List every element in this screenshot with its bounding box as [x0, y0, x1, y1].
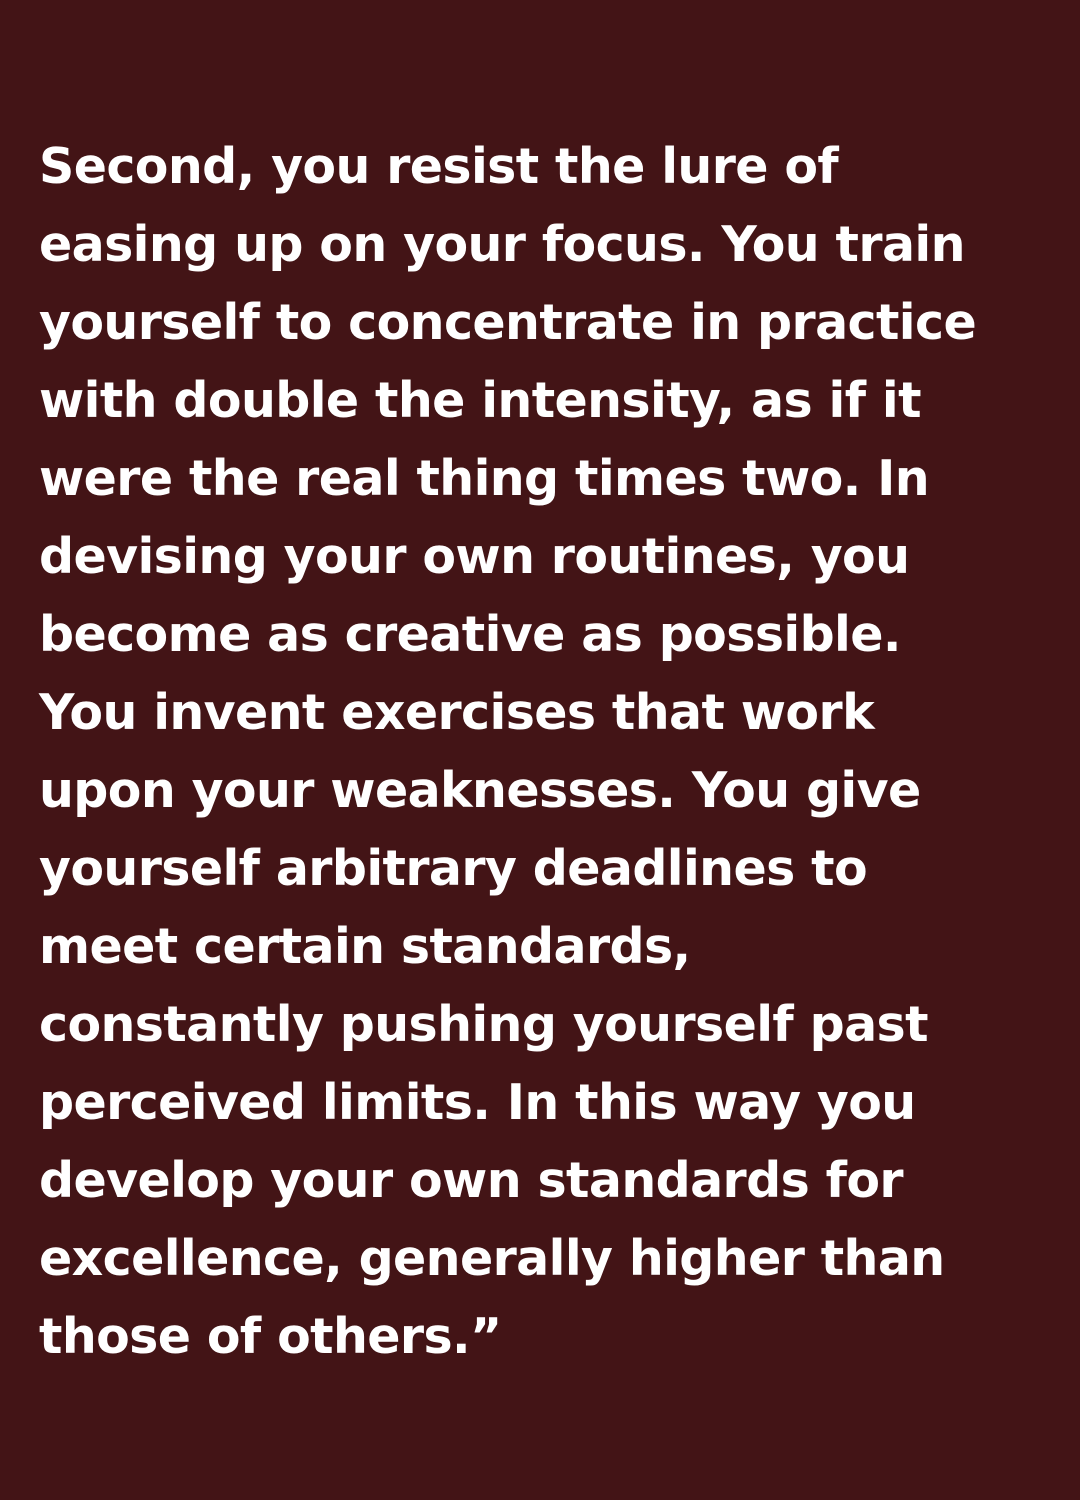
quote-line: were the real thing times two. In: [39, 450, 930, 507]
quote-line: become as creative as possible.: [39, 606, 902, 663]
quote-line: upon your weaknesses. You give: [39, 762, 921, 819]
quote-line: develop your own standards for: [39, 1152, 904, 1209]
quote-line: devising your own routines, you: [39, 528, 910, 585]
quote-line: You invent exercises that work: [39, 684, 875, 741]
quote-text: Second, you resist the lure of easing up…: [39, 128, 1059, 1376]
quote-line: easing up on your focus. You train: [39, 216, 965, 273]
quote-line: with double the intensity, as if it: [39, 372, 922, 429]
quote-slide: Second, you resist the lure of easing up…: [0, 0, 1080, 1500]
quote-line: excellence, generally higher than: [39, 1230, 945, 1287]
quote-line: Second, you resist the lure of: [39, 138, 839, 195]
quote-line: meet certain standards,: [39, 918, 691, 975]
quote-line: those of others.”: [39, 1308, 502, 1365]
quote-line: yourself arbitrary deadlines to: [39, 840, 868, 897]
quote-line: constantly pushing yourself past: [39, 996, 929, 1053]
quote-line: yourself to concentrate in practice: [39, 294, 977, 351]
quote-line: perceived limits. In this way you: [39, 1074, 916, 1131]
